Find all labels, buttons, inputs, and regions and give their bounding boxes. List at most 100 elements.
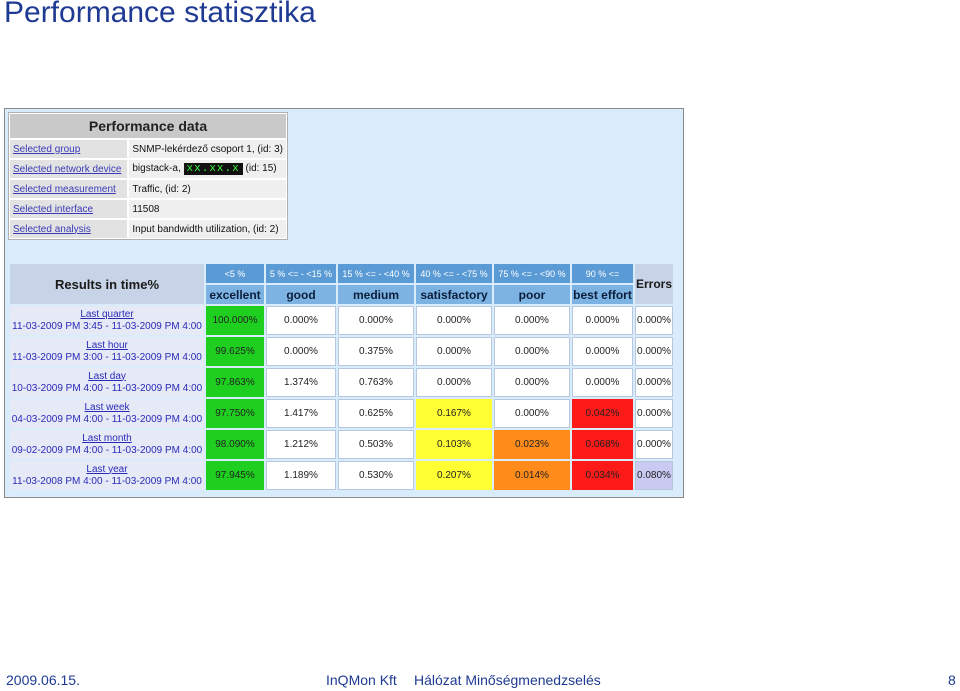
period-range: 10-03-2009 PM 4:00 - 11-03-2009 PM 4:00 bbox=[11, 382, 203, 394]
result-cell: 0.000% bbox=[338, 306, 414, 335]
period-link[interactable]: Last day bbox=[10, 371, 204, 383]
result-cell: 0.000% bbox=[494, 399, 570, 428]
result-cell: 0.530% bbox=[338, 461, 414, 490]
category-best-effort: best effort bbox=[572, 285, 633, 304]
period-cell: Last quarter 11-03-2009 PM 3:45 - 11-03-2… bbox=[10, 306, 204, 335]
result-cell: 0.000% bbox=[572, 306, 633, 335]
result-cell: 0.000% bbox=[266, 306, 336, 335]
selected-interface-value: 11508 bbox=[128, 199, 287, 219]
table-row: Last quarter 11-03-2009 PM 3:45 - 11-03-2… bbox=[10, 306, 673, 335]
result-cell: 0.375% bbox=[338, 337, 414, 366]
result-cell: 1.417% bbox=[266, 399, 336, 428]
result-cell: 0.207% bbox=[416, 461, 492, 490]
footer-company: InQMon Kft bbox=[326, 672, 397, 688]
result-cell: 98.090% bbox=[206, 430, 264, 459]
results-header: Results in time% bbox=[10, 264, 204, 304]
errors-cell: 0.000% bbox=[635, 430, 673, 459]
table-row: Last month 09-02-2009 PM 4:00 - 11-03-200… bbox=[10, 430, 673, 459]
category-medium: medium bbox=[338, 285, 414, 304]
result-cell: 0.000% bbox=[572, 337, 633, 366]
table-row: Last day 10-03-2009 PM 4:00 - 11-03-2009 … bbox=[10, 368, 673, 397]
errors-header: Errors bbox=[635, 264, 673, 304]
results-table: Results in time% <5 % 5 % <= - <15 % 15 … bbox=[8, 262, 675, 492]
result-cell: 100.000% bbox=[206, 306, 264, 335]
result-cell: 97.945% bbox=[206, 461, 264, 490]
range-header: 15 % <= - <40 % bbox=[338, 264, 414, 283]
result-cell: 0.000% bbox=[416, 368, 492, 397]
selected-network-device-value: bigstack-a, xx.xx.x (id: 15) bbox=[128, 159, 287, 179]
result-cell: 1.374% bbox=[266, 368, 336, 397]
errors-cell: 0.000% bbox=[635, 306, 673, 335]
result-cell: 0.000% bbox=[266, 337, 336, 366]
result-cell: 0.103% bbox=[416, 430, 492, 459]
period-cell: Last hour 11-03-2009 PM 3:00 - 11-03-2009… bbox=[10, 337, 204, 366]
period-range: 11-03-2009 PM 3:00 - 11-03-2009 PM 4:00 bbox=[12, 351, 202, 363]
table-row: Last hour 11-03-2009 PM 3:00 - 11-03-2009… bbox=[10, 337, 673, 366]
selected-analysis-value: Input bandwidth utilization, (id: 2) bbox=[128, 219, 287, 239]
result-rows: Last quarter 11-03-2009 PM 3:45 - 11-03-2… bbox=[10, 306, 673, 490]
footer-date: 2009.06.15. bbox=[6, 672, 80, 688]
result-cell: 0.763% bbox=[338, 368, 414, 397]
result-cell: 0.023% bbox=[494, 430, 570, 459]
category-excellent: excellent bbox=[206, 285, 264, 304]
result-cell: 97.750% bbox=[206, 399, 264, 428]
period-range: 04-03-2009 PM 4:00 - 11-03-2009 PM 4:00 bbox=[11, 413, 203, 425]
errors-cell: 0.000% bbox=[635, 399, 673, 428]
result-cell: 0.068% bbox=[572, 430, 633, 459]
range-header: 75 % <= - <90 % bbox=[494, 264, 570, 283]
table-row: Last year 11-03-2008 PM 4:00 - 11-03-2009… bbox=[10, 461, 673, 490]
result-cell: 0.000% bbox=[494, 368, 570, 397]
result-cell: 0.014% bbox=[494, 461, 570, 490]
period-cell: Last week 04-03-2009 PM 4:00 - 11-03-2009… bbox=[10, 399, 204, 428]
period-range: 11-03-2009 PM 3:45 - 11-03-2009 PM 4:00 bbox=[12, 320, 202, 332]
period-range: 09-02-2009 PM 4:00 - 11-03-2009 PM 4:00 bbox=[11, 444, 203, 456]
result-cell: 1.212% bbox=[266, 430, 336, 459]
selected-interface-link[interactable]: Selected interface bbox=[9, 199, 129, 219]
performance-data-table: Performance data Selected group SNMP-lek… bbox=[8, 112, 288, 240]
period-link[interactable]: Last hour bbox=[10, 340, 204, 352]
errors-cell: 0.080% bbox=[635, 461, 673, 490]
period-link[interactable]: Last year bbox=[10, 464, 204, 476]
period-link[interactable]: Last quarter bbox=[10, 309, 204, 321]
page-number: 8 bbox=[948, 672, 956, 688]
performance-data-header: Performance data bbox=[9, 113, 287, 139]
result-cell: 0.625% bbox=[338, 399, 414, 428]
result-cell: 97.863% bbox=[206, 368, 264, 397]
selected-group-value: SNMP-lekérdező csoport 1, (id: 3) bbox=[128, 139, 287, 159]
device-name: bigstack-a, bbox=[132, 163, 181, 174]
errors-cell: 0.000% bbox=[635, 368, 673, 397]
result-cell: 0.000% bbox=[416, 306, 492, 335]
result-cell: 0.000% bbox=[572, 368, 633, 397]
result-cell: 99.625% bbox=[206, 337, 264, 366]
selected-analysis-link[interactable]: Selected analysis bbox=[9, 219, 129, 239]
range-header: 40 % <= - <75 % bbox=[416, 264, 492, 283]
device-id: (id: 15) bbox=[245, 163, 277, 174]
period-range: 11-03-2008 PM 4:00 - 11-03-2009 PM 4:00 bbox=[12, 475, 202, 487]
range-header: <5 % bbox=[206, 264, 264, 283]
selected-measurement-value: Traffic, (id: 2) bbox=[128, 179, 287, 199]
result-cell: 0.034% bbox=[572, 461, 633, 490]
period-link[interactable]: Last month bbox=[10, 433, 204, 445]
period-cell: Last year 11-03-2008 PM 4:00 - 11-03-2009… bbox=[10, 461, 204, 490]
slide-title: Performance statisztika bbox=[4, 0, 316, 29]
category-poor: poor bbox=[494, 285, 570, 304]
table-row: Last week 04-03-2009 PM 4:00 - 11-03-2009… bbox=[10, 399, 673, 428]
category-good: good bbox=[266, 285, 336, 304]
selected-measurement-link[interactable]: Selected measurement bbox=[9, 179, 129, 199]
selected-group-link[interactable]: Selected group bbox=[9, 139, 129, 159]
errors-cell: 0.000% bbox=[635, 337, 673, 366]
result-cell: 1.189% bbox=[266, 461, 336, 490]
footer-subject: Hálózat Minőségmenedzselés bbox=[414, 672, 601, 688]
range-header: 5 % <= - <15 % bbox=[266, 264, 336, 283]
period-cell: Last month 09-02-2009 PM 4:00 - 11-03-200… bbox=[10, 430, 204, 459]
result-cell: 0.167% bbox=[416, 399, 492, 428]
result-cell: 0.503% bbox=[338, 430, 414, 459]
performance-screenshot: Performance data Selected group SNMP-lek… bbox=[4, 108, 684, 498]
result-cell: 0.000% bbox=[494, 337, 570, 366]
period-link[interactable]: Last week bbox=[10, 402, 204, 414]
range-header: 90 % <= bbox=[572, 264, 633, 283]
device-ip: xx.xx.x bbox=[183, 163, 243, 175]
result-cell: 0.000% bbox=[494, 306, 570, 335]
selected-network-device-link[interactable]: Selected network device bbox=[9, 159, 129, 179]
period-cell: Last day 10-03-2009 PM 4:00 - 11-03-2009 … bbox=[10, 368, 204, 397]
